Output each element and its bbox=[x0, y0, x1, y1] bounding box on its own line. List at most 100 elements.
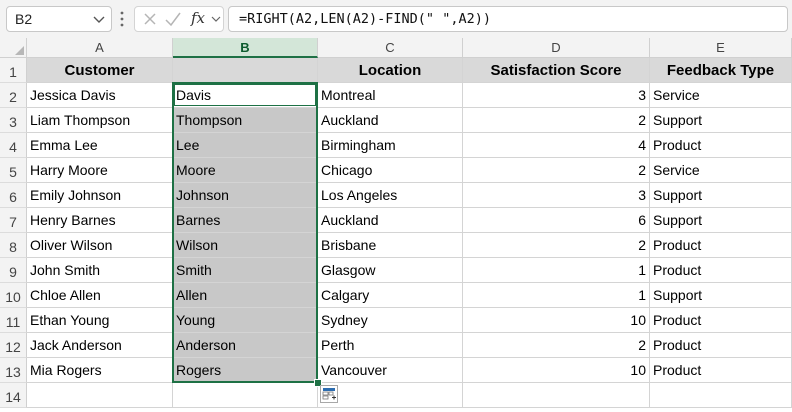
table-cell[interactable]: Product bbox=[650, 308, 792, 333]
table-cell[interactable]: Moore bbox=[173, 158, 318, 183]
table-cell[interactable]: Perth bbox=[318, 333, 463, 358]
table-cell[interactable]: Product bbox=[650, 333, 792, 358]
table-cell[interactable]: Wilson bbox=[173, 233, 318, 258]
empty-cell[interactable] bbox=[173, 383, 318, 408]
quick-analysis-button[interactable] bbox=[320, 385, 338, 403]
table-cell[interactable]: Ethan Young bbox=[27, 308, 173, 333]
column-header-e[interactable]: E bbox=[650, 38, 792, 58]
table-cell[interactable]: Vancouver bbox=[318, 358, 463, 383]
table-cell[interactable]: 2 bbox=[463, 158, 650, 183]
chevron-down-icon[interactable] bbox=[91, 8, 107, 30]
active-cell[interactable]: Davis bbox=[173, 83, 318, 108]
row-header-1[interactable]: 1 bbox=[0, 58, 27, 83]
row-header-9[interactable]: 9 bbox=[0, 258, 27, 283]
empty-cell[interactable] bbox=[318, 383, 463, 408]
table-cell[interactable]: Emily Johnson bbox=[27, 183, 173, 208]
insert-function-button[interactable]: fx bbox=[189, 7, 223, 31]
more-options-icon[interactable] bbox=[118, 9, 126, 29]
table-cell[interactable]: Support bbox=[650, 208, 792, 233]
empty-cell[interactable] bbox=[27, 383, 173, 408]
table-cell[interactable]: 2 bbox=[463, 333, 650, 358]
table-cell[interactable]: 3 bbox=[463, 183, 650, 208]
table-cell[interactable]: John Smith bbox=[27, 258, 173, 283]
row-header-6[interactable]: 6 bbox=[0, 183, 27, 208]
table-cell[interactable]: Thompson bbox=[173, 108, 318, 133]
select-all-icon bbox=[15, 46, 24, 55]
empty-cell[interactable] bbox=[463, 383, 650, 408]
table-cell[interactable]: Product bbox=[650, 133, 792, 158]
header-cell-b[interactable] bbox=[173, 58, 318, 83]
table-cell[interactable]: Young bbox=[173, 308, 318, 333]
table-cell[interactable]: Product bbox=[650, 358, 792, 383]
row-header-10[interactable]: 10 bbox=[0, 283, 27, 308]
header-cell-d[interactable]: Satisfaction Score bbox=[463, 58, 650, 83]
column-header-b[interactable]: B bbox=[173, 38, 318, 58]
table-cell[interactable]: Support bbox=[650, 108, 792, 133]
table-cell[interactable]: Barnes bbox=[173, 208, 318, 233]
table-cell[interactable]: Johnson bbox=[173, 183, 318, 208]
table-cell[interactable]: Mia Rogers bbox=[27, 358, 173, 383]
row-header-11[interactable]: 11 bbox=[0, 308, 27, 333]
table-cell[interactable]: Harry Moore bbox=[27, 158, 173, 183]
table-cell[interactable]: Sydney bbox=[318, 308, 463, 333]
table-cell[interactable]: Auckland bbox=[318, 108, 463, 133]
table-cell[interactable]: Montreal bbox=[318, 83, 463, 108]
table-cell[interactable]: Chicago bbox=[318, 158, 463, 183]
formula-input[interactable]: =RIGHT(A2,LEN(A2)-FIND(" ",A2)) bbox=[228, 6, 788, 32]
table-cell[interactable]: Support bbox=[650, 283, 792, 308]
table-cell[interactable]: Product bbox=[650, 258, 792, 283]
table-cell[interactable]: Allen bbox=[173, 283, 318, 308]
column-header-c[interactable]: C bbox=[318, 38, 463, 58]
table-cell[interactable]: Henry Barnes bbox=[27, 208, 173, 233]
table-cell[interactable]: Service bbox=[650, 83, 792, 108]
table-cell[interactable]: Oliver Wilson bbox=[27, 233, 173, 258]
column-header-a[interactable]: A bbox=[27, 38, 173, 58]
table-cell[interactable]: 10 bbox=[463, 308, 650, 333]
table-cell[interactable]: Rogers bbox=[173, 358, 318, 383]
header-cell-a[interactable]: Customer bbox=[27, 58, 173, 83]
empty-cell[interactable] bbox=[650, 383, 792, 408]
table-cell[interactable]: Calgary bbox=[318, 283, 463, 308]
table-cell[interactable]: Support bbox=[650, 183, 792, 208]
formula-controls: fx bbox=[134, 6, 224, 32]
column-header-d[interactable]: D bbox=[463, 38, 650, 58]
table-cell[interactable]: 6 bbox=[463, 208, 650, 233]
table-cell[interactable]: Jack Anderson bbox=[27, 333, 173, 358]
table-cell[interactable]: 3 bbox=[463, 83, 650, 108]
table-cell[interactable]: Product bbox=[650, 233, 792, 258]
header-cell-e[interactable]: Feedback Type bbox=[650, 58, 792, 83]
table-cell[interactable]: 2 bbox=[463, 233, 650, 258]
table-cell[interactable]: Birmingham bbox=[318, 133, 463, 158]
table-cell[interactable]: Glasgow bbox=[318, 258, 463, 283]
table-cell[interactable]: Brisbane bbox=[318, 233, 463, 258]
row-header-14[interactable]: 14 bbox=[0, 383, 27, 408]
table-cell[interactable]: 10 bbox=[463, 358, 650, 383]
row-header-4[interactable]: 4 bbox=[0, 133, 27, 158]
row-header-3[interactable]: 3 bbox=[0, 108, 27, 133]
table-cell[interactable]: Emma Lee bbox=[27, 133, 173, 158]
enter-icon[interactable] bbox=[163, 7, 183, 31]
row-header-13[interactable]: 13 bbox=[0, 358, 27, 383]
row-header-2[interactable]: 2 bbox=[0, 83, 27, 108]
select-all-corner[interactable] bbox=[0, 38, 27, 58]
table-cell[interactable]: Chloe Allen bbox=[27, 283, 173, 308]
name-box[interactable]: B2 bbox=[6, 6, 112, 32]
table-cell[interactable]: Auckland bbox=[318, 208, 463, 233]
table-cell[interactable]: 2 bbox=[463, 108, 650, 133]
row-header-8[interactable]: 8 bbox=[0, 233, 27, 258]
table-cell[interactable]: 1 bbox=[463, 258, 650, 283]
row-header-12[interactable]: 12 bbox=[0, 333, 27, 358]
table-cell[interactable]: 4 bbox=[463, 133, 650, 158]
header-cell-c[interactable]: Location bbox=[318, 58, 463, 83]
row-header-7[interactable]: 7 bbox=[0, 208, 27, 233]
table-cell[interactable]: Smith bbox=[173, 258, 318, 283]
cancel-icon[interactable] bbox=[141, 7, 159, 31]
table-cell[interactable]: Jessica Davis bbox=[27, 83, 173, 108]
table-cell[interactable]: Lee bbox=[173, 133, 318, 158]
table-cell[interactable]: 1 bbox=[463, 283, 650, 308]
table-cell[interactable]: Service bbox=[650, 158, 792, 183]
table-cell[interactable]: Liam Thompson bbox=[27, 108, 173, 133]
table-cell[interactable]: Los Angeles bbox=[318, 183, 463, 208]
table-cell[interactable]: Anderson bbox=[173, 333, 318, 358]
row-header-5[interactable]: 5 bbox=[0, 158, 27, 183]
